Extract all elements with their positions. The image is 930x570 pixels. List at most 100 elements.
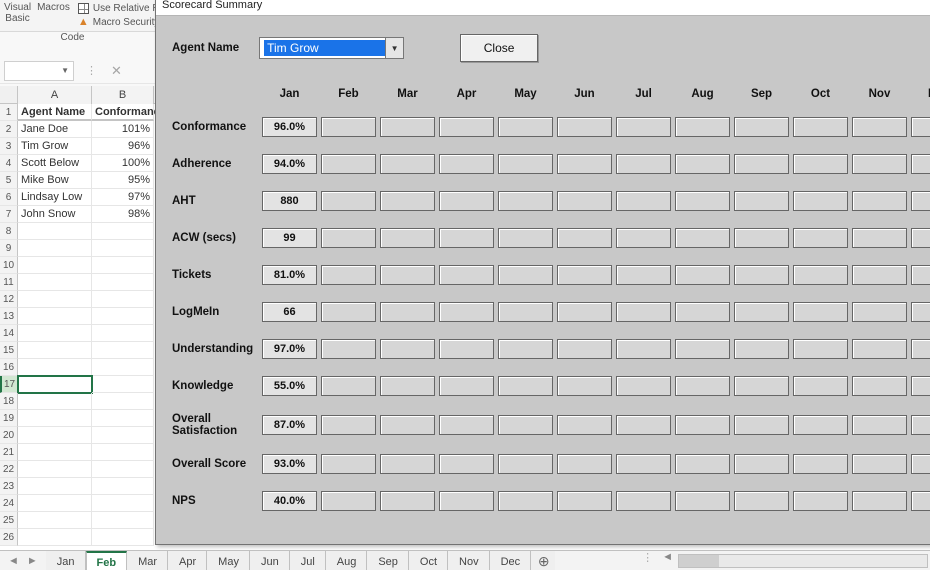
row-header[interactable]: 2 <box>0 121 18 138</box>
row-header[interactable]: 19 <box>0 410 18 427</box>
cell[interactable] <box>92 223 154 240</box>
cell[interactable] <box>18 240 92 257</box>
row-header[interactable]: 7 <box>0 206 18 223</box>
cell[interactable] <box>18 461 92 478</box>
cell[interactable] <box>92 291 154 308</box>
row-header[interactable]: 18 <box>0 393 18 410</box>
cell[interactable] <box>92 393 154 410</box>
row-header[interactable]: 17 <box>0 376 18 393</box>
tab-split-handle[interactable]: ⋮ <box>642 551 653 570</box>
cell[interactable]: Conformance <box>92 104 154 121</box>
macro-security[interactable]: ▲ Macro Security <box>78 16 165 28</box>
cell[interactable] <box>92 512 154 529</box>
sheet-tab[interactable]: Sep <box>367 551 409 570</box>
row-header[interactable]: 23 <box>0 478 18 495</box>
row-header[interactable]: 1 <box>0 104 18 121</box>
row-header[interactable]: 22 <box>0 461 18 478</box>
cell[interactable] <box>18 529 92 546</box>
col-header-a[interactable]: A <box>18 86 92 104</box>
row-header[interactable]: 24 <box>0 495 18 512</box>
row-header[interactable]: 6 <box>0 189 18 206</box>
cell[interactable] <box>18 291 92 308</box>
cell[interactable] <box>18 495 92 512</box>
cell[interactable] <box>92 410 154 427</box>
row-header[interactable]: 10 <box>0 257 18 274</box>
row-header[interactable]: 13 <box>0 308 18 325</box>
cell[interactable] <box>92 359 154 376</box>
cell[interactable]: 95% <box>92 172 154 189</box>
cell[interactable]: Tim Grow <box>18 138 92 155</box>
cell[interactable] <box>92 308 154 325</box>
cell[interactable] <box>18 223 92 240</box>
cell[interactable] <box>92 342 154 359</box>
cell[interactable] <box>18 427 92 444</box>
sheet-tab[interactable]: Nov <box>448 551 490 570</box>
cell[interactable] <box>18 444 92 461</box>
row-header[interactable]: 16 <box>0 359 18 376</box>
cell[interactable] <box>92 444 154 461</box>
sheet-tab[interactable]: Dec <box>490 551 532 570</box>
cell[interactable]: Jane Doe <box>18 121 92 138</box>
select-all-corner[interactable] <box>0 86 18 104</box>
cell[interactable] <box>18 393 92 410</box>
col-header-b[interactable]: B <box>92 86 154 104</box>
cell[interactable] <box>18 512 92 529</box>
row-header[interactable]: 9 <box>0 240 18 257</box>
sheet-tab[interactable]: Jun <box>250 551 290 570</box>
chevron-right-icon[interactable]: ► <box>27 555 38 567</box>
cell[interactable] <box>92 495 154 512</box>
row-header[interactable]: 25 <box>0 512 18 529</box>
row-header[interactable]: 11 <box>0 274 18 291</box>
ribbon-visual-basic[interactable]: Visual Basic <box>4 2 31 24</box>
row-header[interactable]: 14 <box>0 325 18 342</box>
cell[interactable]: 100% <box>92 155 154 172</box>
chevron-left-icon[interactable]: ◄ <box>8 555 19 567</box>
cell[interactable] <box>92 478 154 495</box>
cell[interactable] <box>92 325 154 342</box>
row-header[interactable]: 12 <box>0 291 18 308</box>
row-header[interactable]: 26 <box>0 529 18 546</box>
row-header[interactable]: 21 <box>0 444 18 461</box>
cell[interactable] <box>18 410 92 427</box>
chevron-down-icon[interactable]: ▼ <box>385 38 403 58</box>
cell[interactable] <box>18 325 92 342</box>
cell[interactable]: 97% <box>92 189 154 206</box>
sheet-tab[interactable]: Feb <box>86 551 128 570</box>
cell[interactable] <box>92 257 154 274</box>
chevron-left-icon[interactable]: ◄ <box>659 551 676 570</box>
row-header[interactable]: 3 <box>0 138 18 155</box>
cell[interactable] <box>92 240 154 257</box>
horizontal-scrollbar[interactable] <box>678 554 928 568</box>
cell[interactable] <box>92 427 154 444</box>
row-header[interactable]: 20 <box>0 427 18 444</box>
ribbon-macros[interactable]: Macros <box>37 2 70 13</box>
sheet-tab[interactable]: Aug <box>326 551 368 570</box>
row-header[interactable]: 4 <box>0 155 18 172</box>
cell[interactable] <box>92 529 154 546</box>
cell[interactable] <box>18 257 92 274</box>
cell[interactable]: Lindsay Low <box>18 189 92 206</box>
cell[interactable] <box>18 359 92 376</box>
cell[interactable] <box>18 274 92 291</box>
cell[interactable] <box>18 308 92 325</box>
tab-nav[interactable]: ◄ ► <box>0 551 46 570</box>
row-header[interactable]: 8 <box>0 223 18 240</box>
cell[interactable]: Mike Bow <box>18 172 92 189</box>
sheet-tab[interactable]: Mar <box>127 551 168 570</box>
sheet-tab[interactable]: May <box>207 551 250 570</box>
sheet-tab[interactable]: Apr <box>168 551 207 570</box>
row-header[interactable]: 15 <box>0 342 18 359</box>
cell[interactable] <box>92 274 154 291</box>
add-sheet-button[interactable]: ⊕ <box>531 551 555 570</box>
scroll-thumb[interactable] <box>679 555 719 567</box>
agent-name-dropdown[interactable]: Tim Grow ▼ <box>259 37 404 59</box>
cell[interactable]: John Snow <box>18 206 92 223</box>
cell[interactable] <box>18 478 92 495</box>
sheet-tab[interactable]: Oct <box>409 551 448 570</box>
sheet-tab[interactable]: Jul <box>290 551 326 570</box>
cell[interactable]: 96% <box>92 138 154 155</box>
cell[interactable] <box>92 461 154 478</box>
name-box[interactable]: ▼ <box>4 61 74 81</box>
row-header[interactable]: 5 <box>0 172 18 189</box>
use-relative-references[interactable]: Use Relative Re <box>78 3 165 14</box>
